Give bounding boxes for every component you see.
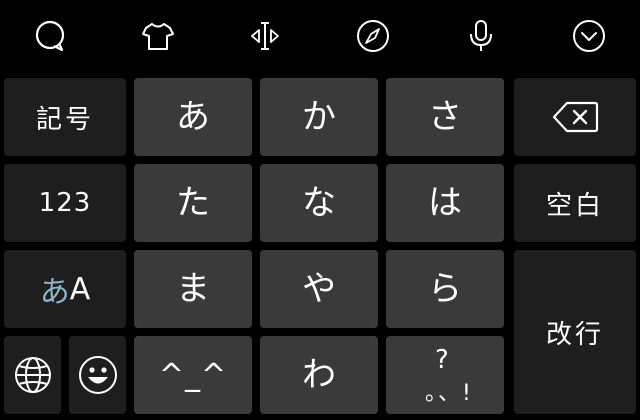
chevron-down-circle-icon[interactable] (571, 18, 607, 54)
key-ya[interactable]: や (260, 250, 378, 328)
key-sa-label: さ (428, 97, 462, 137)
keyboard: 記号 123 あ A あ か さ た な は ま や ら ^_^ わ ? 。、!… (0, 0, 640, 420)
key-sa[interactable]: さ (386, 78, 504, 156)
key-ra-label: ら (428, 269, 462, 309)
key-ma-label: ま (176, 269, 210, 309)
compass-icon[interactable] (355, 18, 391, 54)
enter-label: 改行 (545, 319, 604, 350)
keyboard-toolbar (0, 0, 640, 72)
punctuation-bottom-label: 。、! (425, 381, 473, 406)
punctuation-labels: ? 。、! (415, 345, 475, 406)
space-label: 空白 (545, 190, 604, 221)
microphone-icon[interactable] (463, 18, 499, 54)
key-na-label: な (302, 183, 336, 223)
key-ta[interactable]: た (134, 164, 252, 242)
tshirt-icon[interactable] (140, 18, 176, 54)
emoji-key[interactable] (69, 336, 126, 414)
key-na[interactable]: な (260, 164, 378, 242)
key-ya-label: や (302, 269, 336, 309)
globe-icon (14, 357, 51, 393)
chat-bubble-icon[interactable] (32, 18, 68, 54)
cursor-move-icon[interactable] (247, 18, 283, 54)
emoticon-key[interactable]: ^_^ (134, 336, 252, 414)
kigo-label: 記号 (35, 104, 94, 135)
globe-key[interactable] (4, 336, 61, 414)
key-ma[interactable]: ま (134, 250, 252, 328)
input-mode-key[interactable]: あ A (4, 250, 126, 328)
space-key[interactable]: 空白 (514, 164, 636, 242)
numbers-key[interactable]: 123 (4, 164, 126, 242)
smiley-icon (78, 356, 117, 394)
key-wa-label: わ (302, 355, 336, 395)
punctuation-key[interactable]: ? 。、! (386, 336, 504, 414)
key-a-label: あ (176, 97, 210, 137)
key-wa[interactable]: わ (260, 336, 378, 414)
backspace-icon (552, 101, 599, 133)
backspace-key[interactable] (514, 78, 636, 156)
emoticon-label: ^_^ (158, 357, 228, 393)
key-ka[interactable]: か (260, 78, 378, 156)
mode-kana-label: あ (39, 275, 70, 310)
key-ra[interactable]: ら (386, 250, 504, 328)
key-a[interactable]: あ (134, 78, 252, 156)
punctuation-top-label: ? (435, 345, 449, 375)
key-ka-label: か (302, 97, 336, 137)
key-ta-label: た (176, 183, 210, 223)
key-ha-label: は (428, 183, 462, 223)
enter-key[interactable]: 改行 (514, 250, 636, 414)
numbers-label: 123 (38, 188, 92, 218)
kigo-key[interactable]: 記号 (4, 78, 126, 156)
mode-alpha-label: A (69, 271, 91, 307)
key-ha[interactable]: は (386, 164, 504, 242)
